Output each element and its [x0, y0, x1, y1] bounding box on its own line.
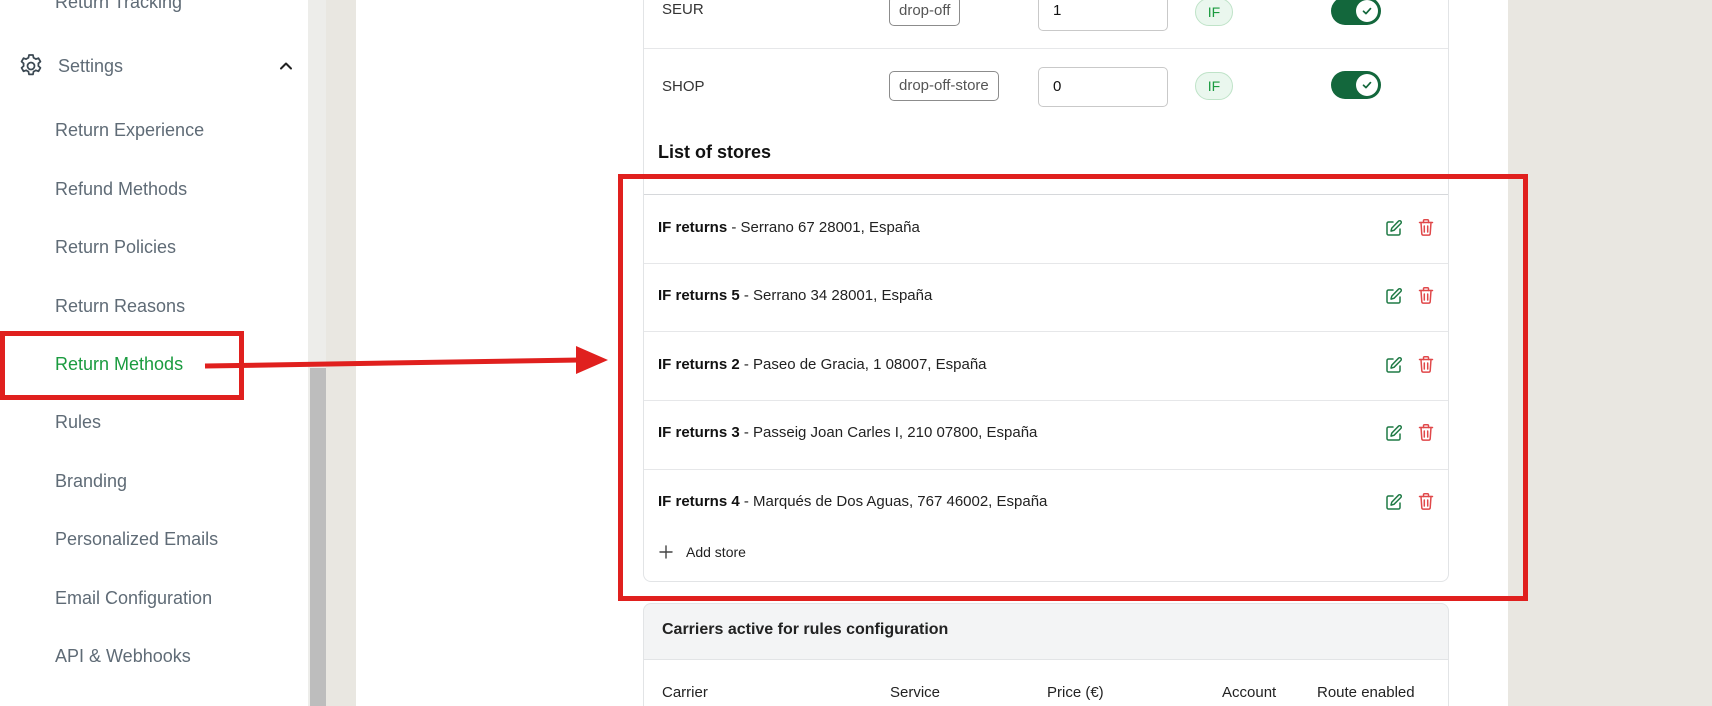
annotation-arrow	[204, 346, 608, 374]
